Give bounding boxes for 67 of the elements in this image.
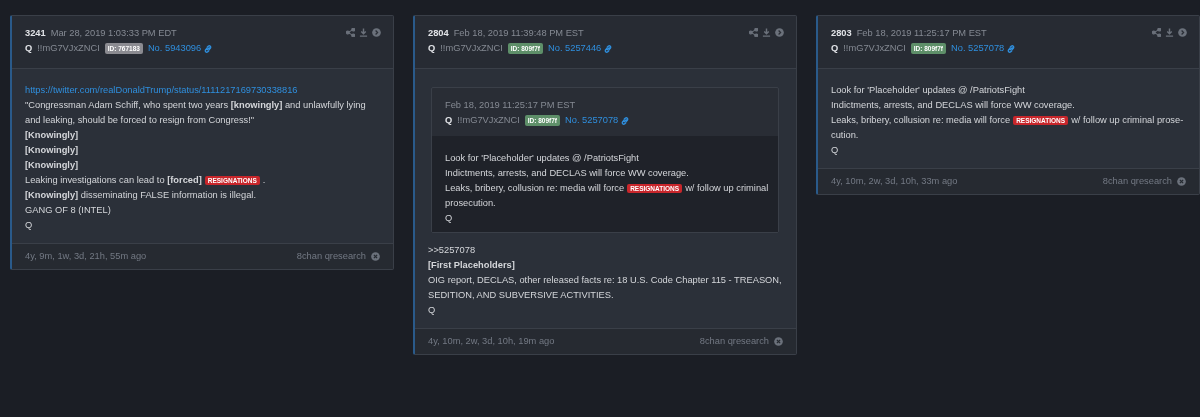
body-text: [Knowingly] xyxy=(25,145,79,155)
download-icon[interactable] xyxy=(1165,28,1174,37)
author-name: Q xyxy=(25,42,33,55)
body-text: [Knowingly] disseminating FALSE information is illegal. xyxy=(25,190,256,200)
body-text: prosecution. xyxy=(445,198,496,208)
body-text: Indictments, arrests, and DECLAS will force WW coverage. xyxy=(445,168,689,178)
body-text: Q xyxy=(25,220,33,230)
time-ago: 4y, 10m, 2w, 3d, 10h, 19m ago xyxy=(428,336,556,346)
body-text: w/ follow up criminal prose- xyxy=(1071,115,1184,125)
body-text: GANG OF 8 (INTEL) xyxy=(25,205,111,215)
arrow-circle-icon[interactable] xyxy=(1178,28,1187,37)
author-name: Q xyxy=(428,42,436,55)
body-text: [Knowingly] xyxy=(25,130,79,140)
close-icon[interactable] xyxy=(1177,176,1186,186)
post-date: Feb 18, 2019 11:25:17 PM EST xyxy=(445,99,576,112)
author-name: Q xyxy=(445,114,453,127)
download-icon[interactable] xyxy=(762,28,771,37)
post-number-link[interactable]: No. 5943096 xyxy=(147,41,202,56)
source-label: 8chan qresearch xyxy=(296,251,366,261)
post-number: 2803 xyxy=(831,27,852,40)
tripcode: !!mG7VJxZNCI xyxy=(37,42,100,55)
body-text: [First Placeholders] xyxy=(428,260,515,270)
body-text: >>5257078 xyxy=(428,245,476,255)
body-text: Q xyxy=(428,305,436,315)
post-number-link[interactable]: No. 5257078 xyxy=(951,41,1005,56)
body-text: Q xyxy=(445,213,453,223)
post-date: Feb 18, 2019 11:25:17 PM EST xyxy=(856,27,987,40)
link-icon[interactable] xyxy=(620,115,631,126)
post-date: Mar 28, 2019 1:03:33 PM EDT xyxy=(50,27,177,40)
post-number: 3241 xyxy=(25,27,46,40)
body-text: Leaks, bribery, collusion re: media will force xyxy=(831,115,1011,125)
body-text: . xyxy=(262,175,266,185)
post-number: 2804 xyxy=(428,27,449,40)
source-label: 8chan qresearch xyxy=(699,336,769,346)
body-text: Leaks, bribery, collusion re: media will force xyxy=(445,183,625,193)
source-label: 8chan qresearch xyxy=(1102,176,1172,186)
link-icon[interactable] xyxy=(203,43,214,54)
post-date: Feb 18, 2019 11:39:48 PM EST xyxy=(453,27,584,40)
body-text: Look for 'Placeholder' updates @ /PatriotsFight xyxy=(445,153,639,163)
body-text: "Congressman Adam Schiff, who spent two years [knowingly] and unlawfully lying and leaking, should be forced to resign from Congress!" xyxy=(25,100,366,125)
link-icon[interactable] xyxy=(603,43,614,54)
body-text: Leaking investigations can lead to [forced] xyxy=(25,175,202,185)
arrow-circle-icon[interactable] xyxy=(372,28,381,37)
body-text: w/ follow up criminal xyxy=(685,183,769,193)
post-number-link[interactable]: No. 5257078 xyxy=(565,113,619,128)
close-icon[interactable] xyxy=(774,336,783,346)
link-icon[interactable] xyxy=(1006,43,1017,54)
tripcode: !!mG7VJxZNCI xyxy=(440,42,503,55)
body-text: [Knowingly] xyxy=(25,160,79,170)
body-text: cution. xyxy=(831,130,859,140)
tripcode: !!mG7VJxZNCI xyxy=(843,42,906,55)
body-text: OIG report, DECLAS, other released facts re: 18 U.S. Code Chapter 115 - TREASON, SEDITION, AND SUBVERSIVE ACTIVITIES. xyxy=(428,275,782,300)
time-ago: 4y, 10m, 2w, 3d, 10h, 33m ago xyxy=(831,176,959,186)
body-text: Look for 'Placeholder' updates @ /PatriotsFight xyxy=(831,85,1025,95)
author-name: Q xyxy=(831,42,839,55)
body-text: Q xyxy=(831,145,839,155)
arrow-circle-icon[interactable] xyxy=(775,28,784,37)
share-icon[interactable] xyxy=(1152,28,1161,37)
share-icon[interactable] xyxy=(346,28,355,37)
tweet-link[interactable]: https://twitter.com/realDonaldTrump/status/1111217169730338816 xyxy=(25,85,298,95)
download-icon[interactable] xyxy=(359,28,368,37)
post-number-link[interactable]: No. 5257446 xyxy=(548,41,602,56)
tripcode: !!mG7VJxZNCI xyxy=(457,114,520,127)
time-ago: 4y, 9m, 1w, 3d, 21h, 55m ago xyxy=(25,251,148,261)
share-icon[interactable] xyxy=(749,28,758,37)
body-text: Indictments, arrests, and DECLAS will force WW coverage. xyxy=(831,100,1075,110)
close-icon[interactable] xyxy=(371,251,380,261)
